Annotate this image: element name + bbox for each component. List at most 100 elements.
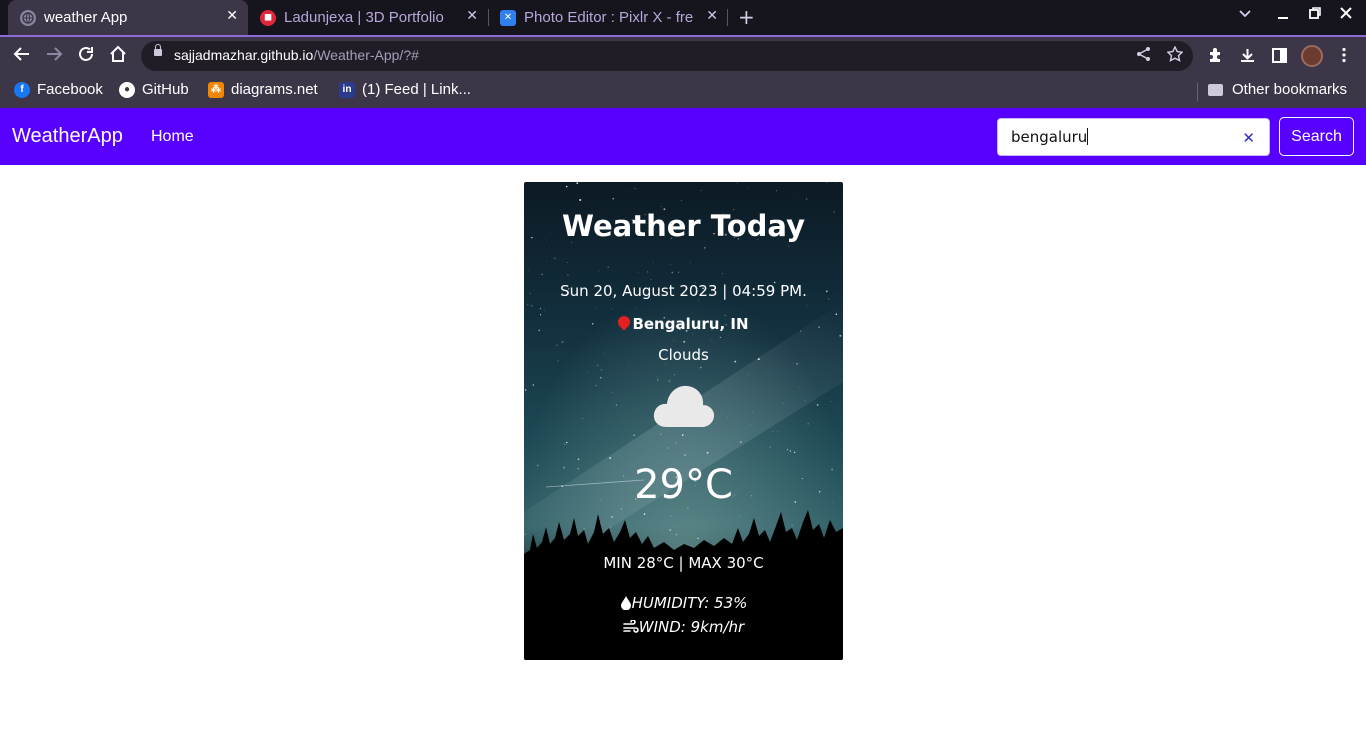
tab-pixlr[interactable]: ✕ Photo Editor : Pixlr X - free ✕ — [488, 0, 728, 35]
wind-icon — [622, 619, 639, 633]
star — [739, 516, 741, 517]
extensions-icon[interactable] — [1207, 47, 1224, 68]
tab-close-icon[interactable]: ✕ — [466, 8, 478, 24]
reload-icon[interactable] — [77, 45, 95, 68]
home-icon[interactable] — [109, 45, 127, 68]
menu-kebab-icon[interactable] — [1336, 47, 1352, 67]
star — [576, 182, 579, 184]
download-icon[interactable] — [1239, 47, 1256, 68]
star — [752, 411, 754, 413]
lock-icon[interactable] — [154, 44, 162, 56]
bookmark-separator — [1197, 83, 1198, 101]
minimize-icon[interactable] — [1277, 6, 1289, 24]
search-button[interactable]: Search — [1279, 117, 1354, 156]
other-bookmarks-label: Other bookmarks — [1232, 81, 1348, 98]
star — [659, 433, 662, 436]
star — [798, 386, 800, 388]
bookmark-diagrams[interactable]: ⁂ diagrams.net — [208, 81, 318, 98]
browser-toolbar: sajjadmazhar.github.io/Weather-App/?# — [0, 35, 1366, 75]
star — [737, 182, 738, 184]
bookmark-linkedin[interactable]: in (1) Feed | Link... — [339, 81, 471, 98]
star — [668, 380, 671, 383]
tab-close-icon[interactable]: ✕ — [226, 8, 238, 24]
address-bar[interactable]: sajjadmazhar.github.io/Weather-App/?# — [141, 41, 1193, 71]
star — [683, 340, 686, 343]
star — [692, 333, 693, 335]
star — [633, 408, 635, 410]
forward-icon[interactable] — [45, 45, 63, 68]
side-panel-icon[interactable] — [1271, 47, 1288, 68]
other-bookmarks[interactable]: Other bookmarks — [1208, 81, 1347, 98]
restore-icon[interactable] — [1308, 6, 1322, 24]
weather-datetime: Sun 20, August 2023 | 04:59 PM. — [560, 282, 807, 300]
share-icon[interactable] — [1136, 46, 1151, 66]
star — [544, 309, 545, 311]
tab-close-icon[interactable]: ✕ — [706, 8, 718, 24]
star — [524, 533, 526, 535]
star — [793, 451, 796, 454]
weather-humidity: HUMIDITY: 53% — [524, 594, 843, 612]
star — [633, 434, 635, 436]
tab-weather-app[interactable]: weather App ✕ — [8, 0, 248, 35]
tab-search-icon[interactable] — [1238, 6, 1252, 24]
star — [671, 271, 674, 274]
nav-home-link[interactable]: Home — [151, 128, 194, 146]
star — [700, 190, 702, 192]
star — [602, 453, 604, 454]
city-search-input[interactable]: bengaluru ✕ — [997, 118, 1270, 156]
bookmark-label: (1) Feed | Link... — [362, 81, 471, 98]
star — [579, 199, 582, 201]
star — [656, 379, 659, 381]
weather-wind: WIND: 9km/hr — [524, 618, 843, 636]
bookmarks-bar: f Facebook ● GitHub ⁂ diagrams.net in (1… — [0, 75, 1366, 108]
star — [596, 364, 599, 367]
star — [750, 424, 751, 425]
bookmark-star-icon[interactable] — [1166, 45, 1184, 66]
star — [660, 205, 662, 207]
star — [541, 273, 543, 275]
tab-title: Photo Editor : Pixlr X - free — [524, 9, 694, 26]
star — [721, 273, 724, 275]
star — [635, 307, 637, 309]
back-icon[interactable] — [13, 45, 31, 68]
star — [786, 448, 789, 451]
water-drop-icon — [620, 596, 631, 611]
clear-search-icon[interactable]: ✕ — [1242, 129, 1255, 147]
star — [669, 529, 672, 532]
bookmark-label: GitHub — [142, 81, 189, 98]
star — [615, 404, 618, 406]
star — [816, 404, 819, 406]
github-icon: ● — [119, 81, 135, 98]
star — [567, 274, 569, 276]
star — [611, 308, 613, 310]
profile-avatar[interactable] — [1301, 45, 1323, 67]
star — [719, 336, 721, 338]
star — [739, 441, 742, 444]
tab-ladunjexa[interactable]: ◼ Ladunjexa | 3D Portfolio ✕ — [248, 0, 488, 35]
star — [805, 198, 808, 200]
wind-label: WIND: 9km/hr — [638, 618, 745, 636]
star — [783, 402, 785, 404]
star — [826, 453, 828, 455]
star — [539, 308, 541, 310]
star — [582, 418, 584, 420]
star — [609, 457, 612, 459]
bookmark-facebook[interactable]: f Facebook — [14, 81, 103, 98]
star — [561, 340, 564, 343]
window-close-icon[interactable] — [1339, 6, 1353, 24]
diagrams-icon: ⁂ — [208, 81, 224, 98]
app-brand[interactable]: WeatherApp — [12, 125, 123, 148]
weather-condition: Clouds — [658, 346, 709, 364]
star — [620, 508, 623, 510]
bookmark-github[interactable]: ● GitHub — [119, 81, 189, 98]
star — [629, 191, 630, 193]
url-text: sajjadmazhar.github.io/Weather-App/?# — [174, 47, 419, 63]
star — [600, 376, 602, 379]
star — [726, 417, 728, 419]
new-tab-icon[interactable]: + — [738, 5, 755, 29]
star — [583, 528, 585, 530]
star — [808, 386, 810, 387]
star — [678, 271, 680, 273]
folder-icon — [1208, 83, 1223, 96]
portfolio-favicon-icon: ◼ — [260, 9, 276, 26]
